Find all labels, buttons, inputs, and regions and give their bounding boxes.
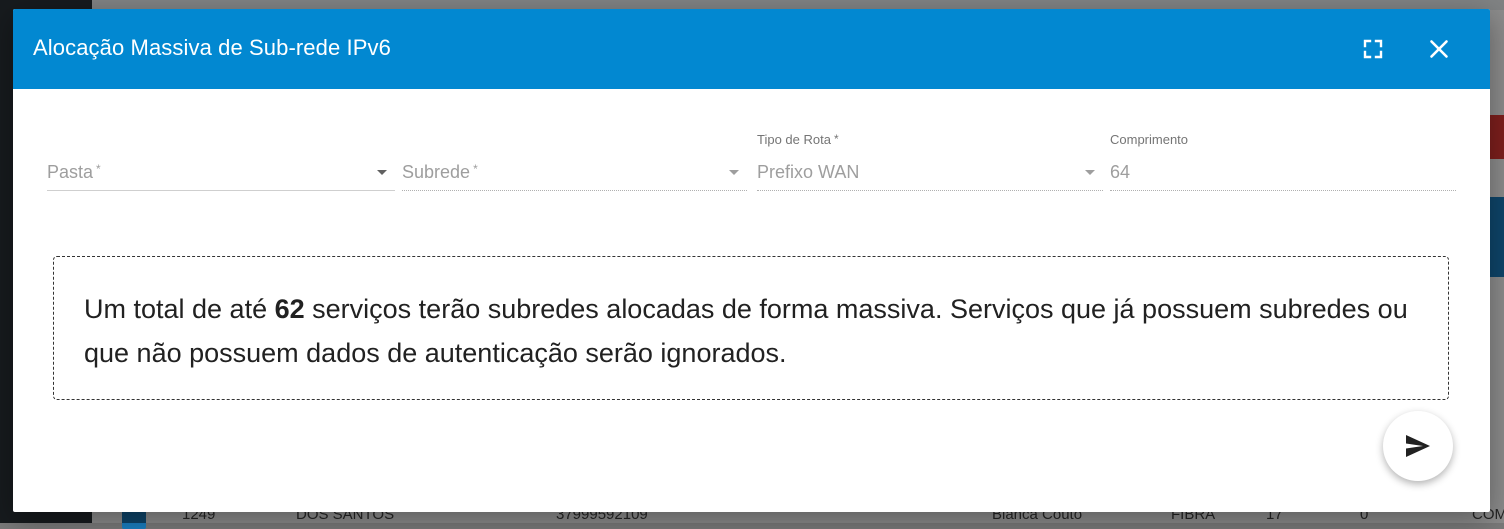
subrede-select[interactable]: Subrede *	[402, 129, 747, 191]
tipo-rota-label: Tipo de Rota *	[757, 132, 839, 147]
tipo-rota-value: Prefixo WAN	[757, 162, 860, 182]
dialog-header: Alocação Massiva de Sub-rede IPv6	[13, 9, 1490, 89]
tipo-rota-dropdown-arrow-icon	[1085, 170, 1095, 175]
info-box: Um total de até 62 serviços terão subred…	[53, 256, 1449, 400]
close-button[interactable]	[1421, 31, 1457, 67]
fullscreen-icon	[1363, 39, 1383, 59]
dialog-title: Alocação Massiva de Sub-rede IPv6	[33, 35, 391, 60]
send-icon	[1406, 435, 1430, 457]
comprimento-underline	[1110, 190, 1456, 191]
tipo-rota-select[interactable]: Tipo de Rota * Prefixo WAN	[757, 129, 1103, 191]
comprimento-value: 64	[1110, 162, 1131, 182]
ipv6-allocation-dialog: Alocação Massiva de Sub-rede IPv6 Pasta …	[13, 9, 1490, 512]
fullscreen-button[interactable]	[1355, 31, 1391, 67]
pasta-placeholder: Pasta *	[47, 162, 101, 182]
tipo-rota-underline	[757, 190, 1103, 191]
subrede-placeholder: Subrede *	[402, 162, 478, 182]
comprimento-label: Comprimento	[1110, 132, 1189, 147]
subrede-underline	[402, 190, 747, 191]
pasta-underline	[47, 190, 395, 191]
comprimento-input[interactable]: Comprimento 64	[1110, 129, 1456, 191]
close-icon	[1430, 40, 1448, 58]
send-button[interactable]	[1383, 411, 1453, 481]
subrede-dropdown-arrow-icon	[729, 170, 739, 175]
pasta-dropdown-arrow-icon	[377, 170, 387, 175]
pasta-select[interactable]: Pasta *	[47, 129, 395, 191]
service-count: 62	[274, 294, 305, 324]
info-message: Um total de até 62 serviços terão subred…	[84, 294, 1408, 368]
